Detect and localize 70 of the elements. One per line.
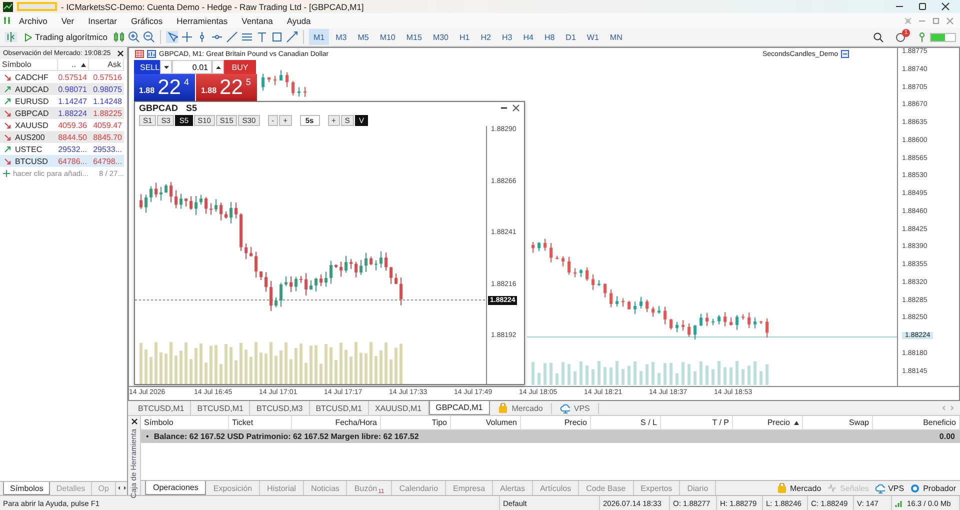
window-title: - ICMarketsSC-Demo: Cuenta Demo - Hedge - Raw Trading Ltd - [GBPCAD,M1] [61,2,365,12]
timeframe-button[interactable]: H4 [519,29,538,45]
bid-cell: 1.14247 [58,95,89,107]
window-symbol: GBPCAD [139,103,178,113]
timeframe-button[interactable]: H8 [540,29,559,45]
timeframe-button[interactable]: M15 [402,29,426,45]
account-summary: Balance: 62 167.52 USD Patrimonio: 62 167.52 Margen libre: 62 167.52 [154,432,420,441]
bid-cell: 64786... [58,155,89,167]
menu-item[interactable]: Herramientas [170,16,235,26]
column-header[interactable]: Precio [733,416,803,429]
column-header[interactable]: Fecha/Hora [292,416,381,429]
menu-item[interactable]: Ayuda [280,16,318,26]
ask-cell: 0.98075 [89,83,124,95]
chart-tab[interactable]: BTCUSD,M3 [250,401,310,415]
chart-tab[interactable]: BTCUSD,M1 [132,401,192,415]
link-label[interactable]: Probador [923,484,956,492]
column-header[interactable]: S / L [591,416,661,429]
chart-tab[interactable]: BTCUSD,M1 [310,401,369,415]
timeframe-button[interactable]: M30 [428,29,452,45]
timeframe-button[interactable]: H2 [476,29,495,45]
link-label[interactable]: Mercado [512,404,543,412]
link-label[interactable]: VPS [574,404,590,412]
menu-item[interactable]: Ver [54,16,82,26]
ask-cell: 64798... [89,155,124,167]
symbol-cell[interactable]: GBPCAD [0,107,58,119]
algo-trading-button[interactable]: Trading algorítmico [21,29,110,45]
timeframe-button[interactable]: M1 [309,29,329,45]
menu-item[interactable]: Gráficos [124,16,170,26]
timeframe-button[interactable]: M3 [332,29,351,45]
ask-cell: 1.88225 [89,107,124,119]
sell-button[interactable]: SELL [134,60,160,74]
bid-cell: 29532... [58,143,89,155]
timeframe-button[interactable]: D1 [562,29,580,45]
timeframe-button[interactable]: MN [606,29,626,45]
timeframe-button[interactable]: W1 [582,29,603,45]
chart-tab[interactable]: BTCUSD,M1 [191,401,250,415]
link-label[interactable]: Mercado [790,484,822,492]
profit-value: 0.00 [939,432,955,441]
bid-cell: 8844.50 [58,131,89,143]
window-period: S5 [186,103,198,113]
column-header[interactable]: Símbolo [141,416,229,429]
column-header[interactable]: Volumen [451,416,521,429]
column-header[interactable]: Swap [803,416,873,429]
symbol-cell[interactable]: AUDCAD [0,83,58,95]
buy-button[interactable]: BUY [224,60,256,74]
volume-field[interactable]: 0.01 [172,60,212,74]
menu-item[interactable]: Ventana [234,16,280,26]
symbol-cell[interactable]: BTCUSD [0,155,58,167]
bullet: • [146,432,149,441]
timeframe-button[interactable]: H1 [456,29,474,45]
column-header[interactable]: Beneficio [873,416,960,429]
bid-cell: 0.57514 [58,71,89,83]
terminal-tab[interactable]: Operaciones [145,481,206,495]
menu-item[interactable]: Archivo [12,16,54,26]
ask-cell: 8845.70 [89,131,124,143]
bid-cell: 1.88224 [58,107,89,119]
link-label[interactable]: VPS [888,484,904,492]
timeframe-button[interactable]: M10 [376,29,400,45]
menu-item[interactable]: Insertar [81,16,124,26]
bid-cell: 0.98071 [58,83,89,95]
symbol-cell[interactable]: AUS200 [0,131,58,143]
column-header[interactable]: T / P [661,416,733,429]
chart-tab[interactable]: GBPCAD,M1 [428,401,490,415]
column-header[interactable]: Precio [521,416,591,429]
panel-tab[interactable]: Símbolos [3,482,50,495]
column-header[interactable]: Ticket [229,416,292,429]
bid-cell: 4059.36 [58,119,89,131]
column-header[interactable]: Tipo [381,416,451,429]
timeframe-button[interactable]: M5 [354,29,373,45]
timeframe-button[interactable]: H3 [498,29,516,45]
